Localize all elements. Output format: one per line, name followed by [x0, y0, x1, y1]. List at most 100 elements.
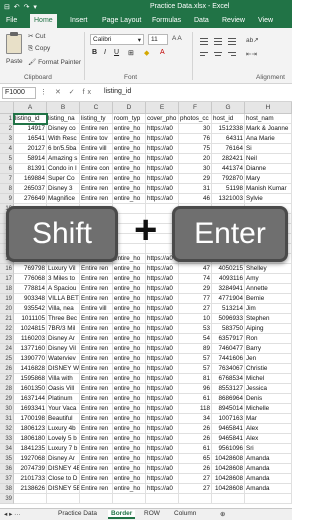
table-cell[interactable]: Your Vaca: [47, 404, 80, 414]
table-cell[interactable]: Denis: [245, 394, 292, 404]
table-cell[interactable]: Entire ren: [80, 454, 113, 464]
column-header[interactable]: G: [212, 102, 245, 114]
row-header[interactable]: 18: [0, 284, 14, 294]
table-cell[interactable]: entire_ho: [113, 184, 146, 194]
table-cell[interactable]: 16541: [14, 134, 47, 144]
row-header[interactable]: 27: [0, 374, 14, 384]
table-cell[interactable]: 53: [179, 324, 212, 334]
table-cell[interactable]: entire_ho: [113, 394, 146, 404]
row-header[interactable]: 23: [0, 334, 14, 344]
row-header[interactable]: 31: [0, 414, 14, 424]
table-cell[interactable]: 20: [179, 154, 212, 164]
table-cell[interactable]: Entire ren: [80, 314, 113, 324]
tab-page-layout[interactable]: Page Layout: [102, 17, 141, 24]
table-cell[interactable]: 9465841: [212, 424, 245, 434]
table-cell[interactable]: Annette: [245, 284, 292, 294]
table-cell[interactable]: DISNEY 5E: [47, 484, 80, 494]
table-cell[interactable]: Disney Vil: [47, 344, 80, 354]
table-cell[interactable]: Stephen: [245, 314, 292, 324]
format-painter-button[interactable]: 🖌 Format Painter: [28, 58, 81, 66]
table-cell[interactable]: 3 Miles to: [47, 274, 80, 284]
table-cell[interactable]: 29: [179, 284, 212, 294]
table-cell[interactable]: 54: [179, 334, 212, 344]
table-cell[interactable]: entire_ho: [113, 174, 146, 184]
table-cell[interactable]: entire_ho: [113, 364, 146, 374]
table-cell[interactable]: 3284941: [212, 284, 245, 294]
table-cell[interactable]: 1601350: [14, 384, 47, 394]
table-cell[interactable]: 2074739: [14, 464, 47, 474]
table-cell[interactable]: Amanda: [245, 464, 292, 474]
table-cell[interactable]: 513214: [212, 304, 245, 314]
table-cell[interactable]: https://a0: [146, 414, 179, 424]
column-header[interactable]: H: [245, 102, 292, 114]
table-cell[interactable]: 65: [179, 454, 212, 464]
paste-icon[interactable]: [6, 34, 22, 54]
table-cell[interactable]: 1595868: [14, 374, 47, 384]
table-cell[interactable]: Sylvie: [245, 194, 292, 204]
table-cell[interactable]: 769798: [14, 264, 47, 274]
table-cell[interactable]: Amy: [245, 274, 292, 284]
select-all-corner[interactable]: [0, 102, 14, 114]
row-header[interactable]: 38: [0, 484, 14, 494]
table-cell[interactable]: 47: [179, 264, 212, 274]
table-cell[interactable]: Sri: [245, 444, 292, 454]
table-cell[interactable]: [146, 494, 179, 504]
table-cell[interactable]: 31: [179, 184, 212, 194]
table-cell[interactable]: 81391: [14, 164, 47, 174]
table-cell[interactable]: Platinum: [47, 394, 80, 404]
formula-input[interactable]: listing_id: [104, 88, 131, 95]
table-cell[interactable]: Entire ren: [80, 154, 113, 164]
table-cell[interactable]: entire_ho: [113, 254, 146, 264]
underline-button[interactable]: U: [114, 49, 119, 56]
table-cell[interactable]: Entire ren: [80, 384, 113, 394]
table-cell[interactable]: 27: [179, 484, 212, 494]
table-cell[interactable]: Neil: [245, 154, 292, 164]
table-cell[interactable]: 57: [179, 354, 212, 364]
table-cell[interactable]: 6768534: [212, 374, 245, 384]
row-header[interactable]: 17: [0, 274, 14, 284]
fill-color-icon[interactable]: ◆: [144, 49, 149, 57]
table-cell[interactable]: 77: [179, 294, 212, 304]
table-cell[interactable]: Lovely 5 b: [47, 434, 80, 444]
row-header[interactable]: 6: [0, 164, 14, 174]
row-header[interactable]: 21: [0, 314, 14, 324]
table-cell[interactable]: https://a0: [146, 434, 179, 444]
font-color-icon[interactable]: A: [160, 49, 165, 56]
column-header[interactable]: D: [113, 102, 146, 114]
table-cell[interactable]: DISNEY 4E: [47, 464, 80, 474]
table-cell[interactable]: 778814: [14, 284, 47, 294]
table-cell[interactable]: entire_ho: [113, 444, 146, 454]
row-header[interactable]: 9: [0, 194, 14, 204]
table-cell[interactable]: Entire ren: [80, 184, 113, 194]
table-cell[interactable]: 935542: [14, 304, 47, 314]
table-cell[interactable]: Si: [245, 144, 292, 154]
column-header[interactable]: B: [47, 102, 80, 114]
table-cell[interactable]: 8553127: [212, 384, 245, 394]
copy-button[interactable]: ⎘ Copy: [28, 45, 50, 53]
table-cell[interactable]: Entire ren: [80, 404, 113, 414]
row-header[interactable]: 5: [0, 154, 14, 164]
row-header[interactable]: 4: [0, 144, 14, 154]
table-cell[interactable]: Oasis Vill: [47, 384, 80, 394]
table-cell[interactable]: 81: [179, 374, 212, 384]
table-cell[interactable]: https://a0: [146, 324, 179, 334]
cut-button[interactable]: ✂ Cut: [28, 32, 45, 40]
table-cell[interactable]: Entire ren: [80, 294, 113, 304]
font-size-select[interactable]: 11: [148, 34, 168, 45]
header-cell[interactable]: cover_pho: [146, 114, 179, 124]
table-cell[interactable]: entire_ho: [113, 124, 146, 134]
table-cell[interactable]: Disney co: [47, 124, 80, 134]
row-header[interactable]: 32: [0, 424, 14, 434]
tab-home[interactable]: Home: [30, 14, 57, 28]
table-cell[interactable]: 6 br/5.5ba: [47, 144, 80, 154]
table-cell[interactable]: 1377160: [14, 344, 47, 354]
table-cell[interactable]: Shelley: [245, 264, 292, 274]
table-cell[interactable]: https://a0: [146, 314, 179, 324]
table-cell[interactable]: Amanda: [245, 484, 292, 494]
table-cell[interactable]: Manish Kumar: [245, 184, 292, 194]
table-cell[interactable]: 169884: [14, 174, 47, 184]
table-cell[interactable]: Entire ren: [80, 284, 113, 294]
row-header[interactable]: 1: [0, 114, 14, 124]
table-cell[interactable]: entire_ho: [113, 134, 146, 144]
table-cell[interactable]: [80, 494, 113, 504]
